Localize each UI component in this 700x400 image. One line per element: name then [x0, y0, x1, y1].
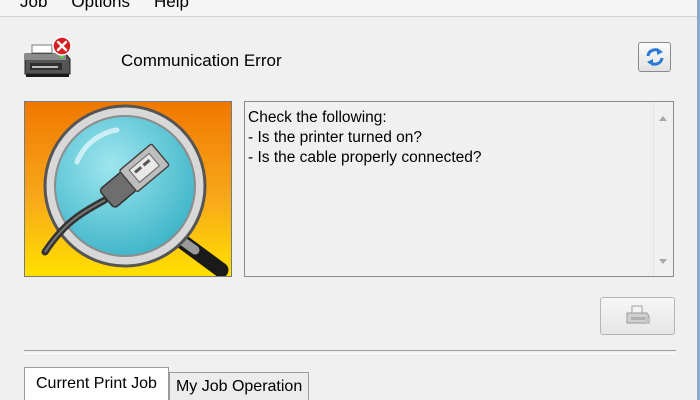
status-title: Communication Error	[121, 51, 282, 70]
menu-help[interactable]: Help	[142, 0, 201, 12]
message-text: Check the following: - Is the printer tu…	[248, 109, 482, 166]
tab-bar: Current Print Job My Job Operation	[24, 366, 310, 400]
scroll-down-arrow-icon[interactable]	[659, 259, 667, 264]
error-illustration	[24, 101, 232, 277]
scroll-up-arrow-icon[interactable]	[659, 116, 667, 121]
refresh-icon	[646, 48, 663, 66]
menu-job[interactable]: Job	[8, 0, 59, 12]
message-box[interactable]: Check the following: - Is the printer tu…	[244, 101, 674, 277]
tab-current-print-job[interactable]: Current Print Job	[24, 367, 169, 400]
printer-icon	[626, 305, 651, 325]
printer-status-window: Job Options Help Communication Error Che…	[0, 0, 700, 400]
menu-options[interactable]: Options	[59, 0, 142, 12]
magnifier-usb-cable-icon	[25, 102, 231, 276]
menu-separator	[0, 16, 700, 17]
message-scrollbar[interactable]	[653, 102, 673, 276]
tab-my-job-operation[interactable]: My Job Operation	[168, 372, 310, 400]
printer-error-icon	[22, 36, 76, 84]
section-divider	[24, 350, 676, 354]
menu-bar: Job Options Help	[0, 0, 700, 16]
print-button[interactable]	[600, 297, 675, 335]
refresh-button[interactable]	[638, 42, 671, 72]
